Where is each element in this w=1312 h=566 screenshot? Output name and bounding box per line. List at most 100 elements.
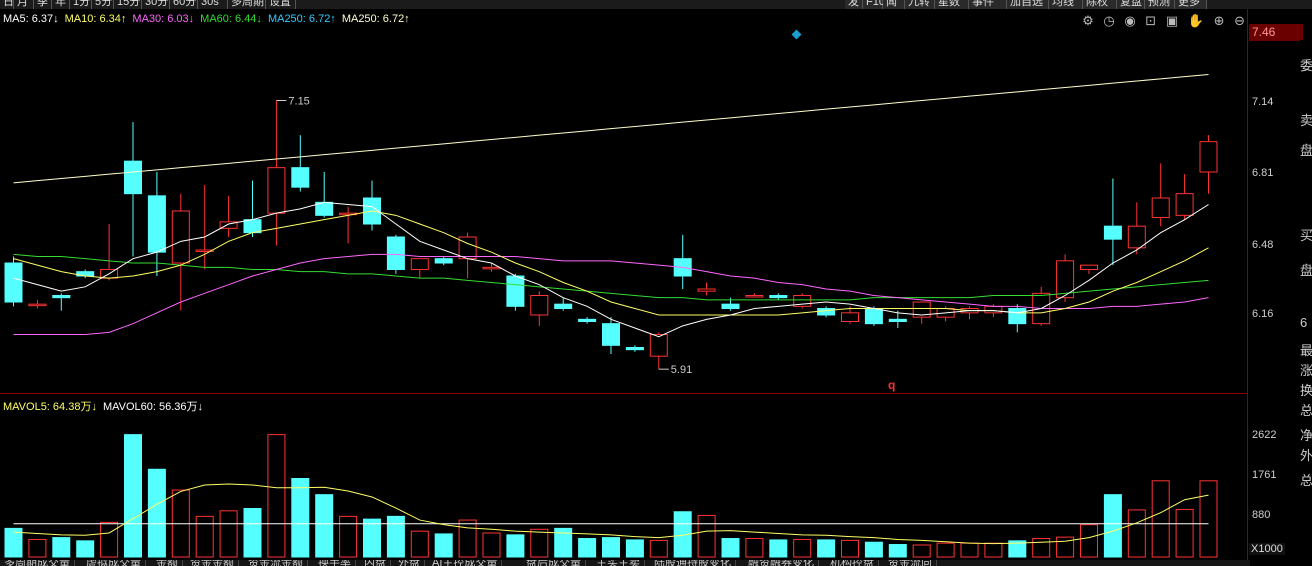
volume-bar <box>506 534 525 558</box>
sidebar-label: 6 <box>1300 315 1308 330</box>
sidebar-label: 换 <box>1300 383 1312 398</box>
volume-legend: MAVOL5: 64.38万↓ MAVOL60: 56.36万↓ <box>3 398 209 414</box>
sidebar-label: 买 <box>1300 228 1312 243</box>
volume-bar <box>1080 524 1098 558</box>
candle-body <box>888 318 907 323</box>
volume-bar <box>147 468 166 558</box>
volume-bar <box>721 538 740 558</box>
indicator-tab[interactable]: 换手率 <box>314 560 356 566</box>
volume-bar <box>1175 508 1194 558</box>
indicator-tab[interactable]: 机构控盘 <box>826 560 879 566</box>
indicator-tab[interactable]: 资金流金额 <box>244 560 308 566</box>
candle-body <box>410 258 429 270</box>
volume-bar <box>912 544 931 558</box>
volume-bar <box>888 544 907 558</box>
volume-bar <box>315 494 334 558</box>
vol-legend-item: MAVOL5: 64.38万↓ <box>3 401 97 413</box>
volume-bar <box>243 508 262 558</box>
sidebar-label: 总 <box>1300 473 1312 488</box>
indicator-tab[interactable]: 资金金额 <box>186 560 239 566</box>
candle-body <box>482 266 501 270</box>
diamond-marker <box>791 29 802 40</box>
volume-bar <box>482 532 501 558</box>
volume-bar <box>984 542 1003 558</box>
volume-bar <box>410 530 429 558</box>
volume-bar <box>602 537 620 558</box>
volume-bar <box>339 515 358 558</box>
indicator-tab[interactable]: 虚拟成交量 <box>82 560 146 566</box>
volume-tick-label: 1761 <box>1252 468 1277 481</box>
sidebar-label: 总 <box>1300 403 1312 418</box>
volume-bar <box>769 539 788 558</box>
indicator-tab[interactable]: 融资融券变化 <box>744 560 819 566</box>
volume-bar <box>649 539 668 558</box>
candle-body <box>745 295 764 298</box>
indicator-tab[interactable]: 多周期成交量 <box>0 560 75 566</box>
volume-bar <box>386 515 405 558</box>
volume-bar <box>124 434 142 558</box>
sidebar-label: 最 <box>1300 343 1312 358</box>
order-book-sidebar: 委卖盘买盘6最涨换总净外总 <box>1300 40 1312 566</box>
candle-body <box>52 295 71 299</box>
low-label: 5.91 <box>671 364 692 376</box>
candle-body <box>291 167 310 188</box>
volume-bar <box>936 542 955 558</box>
candle-body <box>458 236 477 260</box>
volume-tick-label: 880 <box>1252 509 1271 522</box>
volume-bar <box>1199 480 1218 558</box>
volume-bar <box>195 515 214 558</box>
candle-body <box>625 347 644 351</box>
sidebar-label: 涨 <box>1300 363 1312 378</box>
volume-bar <box>100 521 119 558</box>
sidebar-label: 委 <box>1300 58 1312 73</box>
price-tick-label: 6.16 <box>1252 308 1274 320</box>
indicator-tab[interactable]: 金额 <box>152 560 183 566</box>
candle-body <box>554 303 573 309</box>
candle-body <box>171 210 190 264</box>
volume-bar <box>1127 509 1146 558</box>
volume-bar <box>793 538 812 558</box>
sidebar-label: 盘 <box>1300 263 1312 278</box>
volume-tick-label: 2622 <box>1252 428 1277 441</box>
indicator-tab[interactable]: 主买主卖 <box>592 560 645 566</box>
indicator-tab[interactable]: AI主控成交量 <box>428 560 503 566</box>
indicator-tab[interactable]: 陆股通持股变化 <box>650 560 736 566</box>
indicator-tab[interactable]: 资金流向 <box>884 560 937 566</box>
candle-body <box>1008 308 1027 325</box>
candle-body <box>1080 264 1098 270</box>
candle-body <box>434 258 453 264</box>
candle-body <box>649 334 668 357</box>
volume-bar <box>1151 480 1170 558</box>
q-marker: q <box>888 378 895 392</box>
candle-body <box>1151 197 1170 218</box>
candle-body <box>4 262 23 303</box>
price-tick-label: 7.14 <box>1252 95 1274 108</box>
high-label: 7.15 <box>288 96 309 108</box>
volume-bar <box>219 510 238 558</box>
kline-chart[interactable]: 7.15 5.91 q <box>0 0 1247 566</box>
ma5-line <box>13 201 1209 338</box>
price-tick-label: 6.48 <box>1252 238 1274 251</box>
volume-bar <box>28 538 47 558</box>
candle-body <box>28 303 47 307</box>
volume-bar <box>745 538 764 558</box>
indicator-tab[interactable]: 外盘 <box>394 560 425 566</box>
volume-bar <box>1032 538 1051 558</box>
candle-body <box>1199 141 1218 173</box>
candle-body <box>124 160 142 195</box>
volume-bar <box>625 539 644 558</box>
volume-bar <box>434 533 453 558</box>
candle-body <box>817 308 836 316</box>
volume-bar <box>458 519 477 558</box>
indicator-tab[interactable]: 盘后成交量 <box>522 560 586 566</box>
indicator-tab[interactable]: 内盘 <box>360 560 391 566</box>
mavol5-line <box>13 483 1209 545</box>
sidebar-label: 净 <box>1300 428 1312 443</box>
candle-body <box>1175 193 1194 216</box>
volume-bar <box>291 478 310 558</box>
candle-body <box>841 312 859 323</box>
candle-body <box>267 167 286 214</box>
current-price-tag: 7.46 <box>1249 24 1303 41</box>
candle-body <box>578 318 597 323</box>
candle-body <box>243 219 262 234</box>
